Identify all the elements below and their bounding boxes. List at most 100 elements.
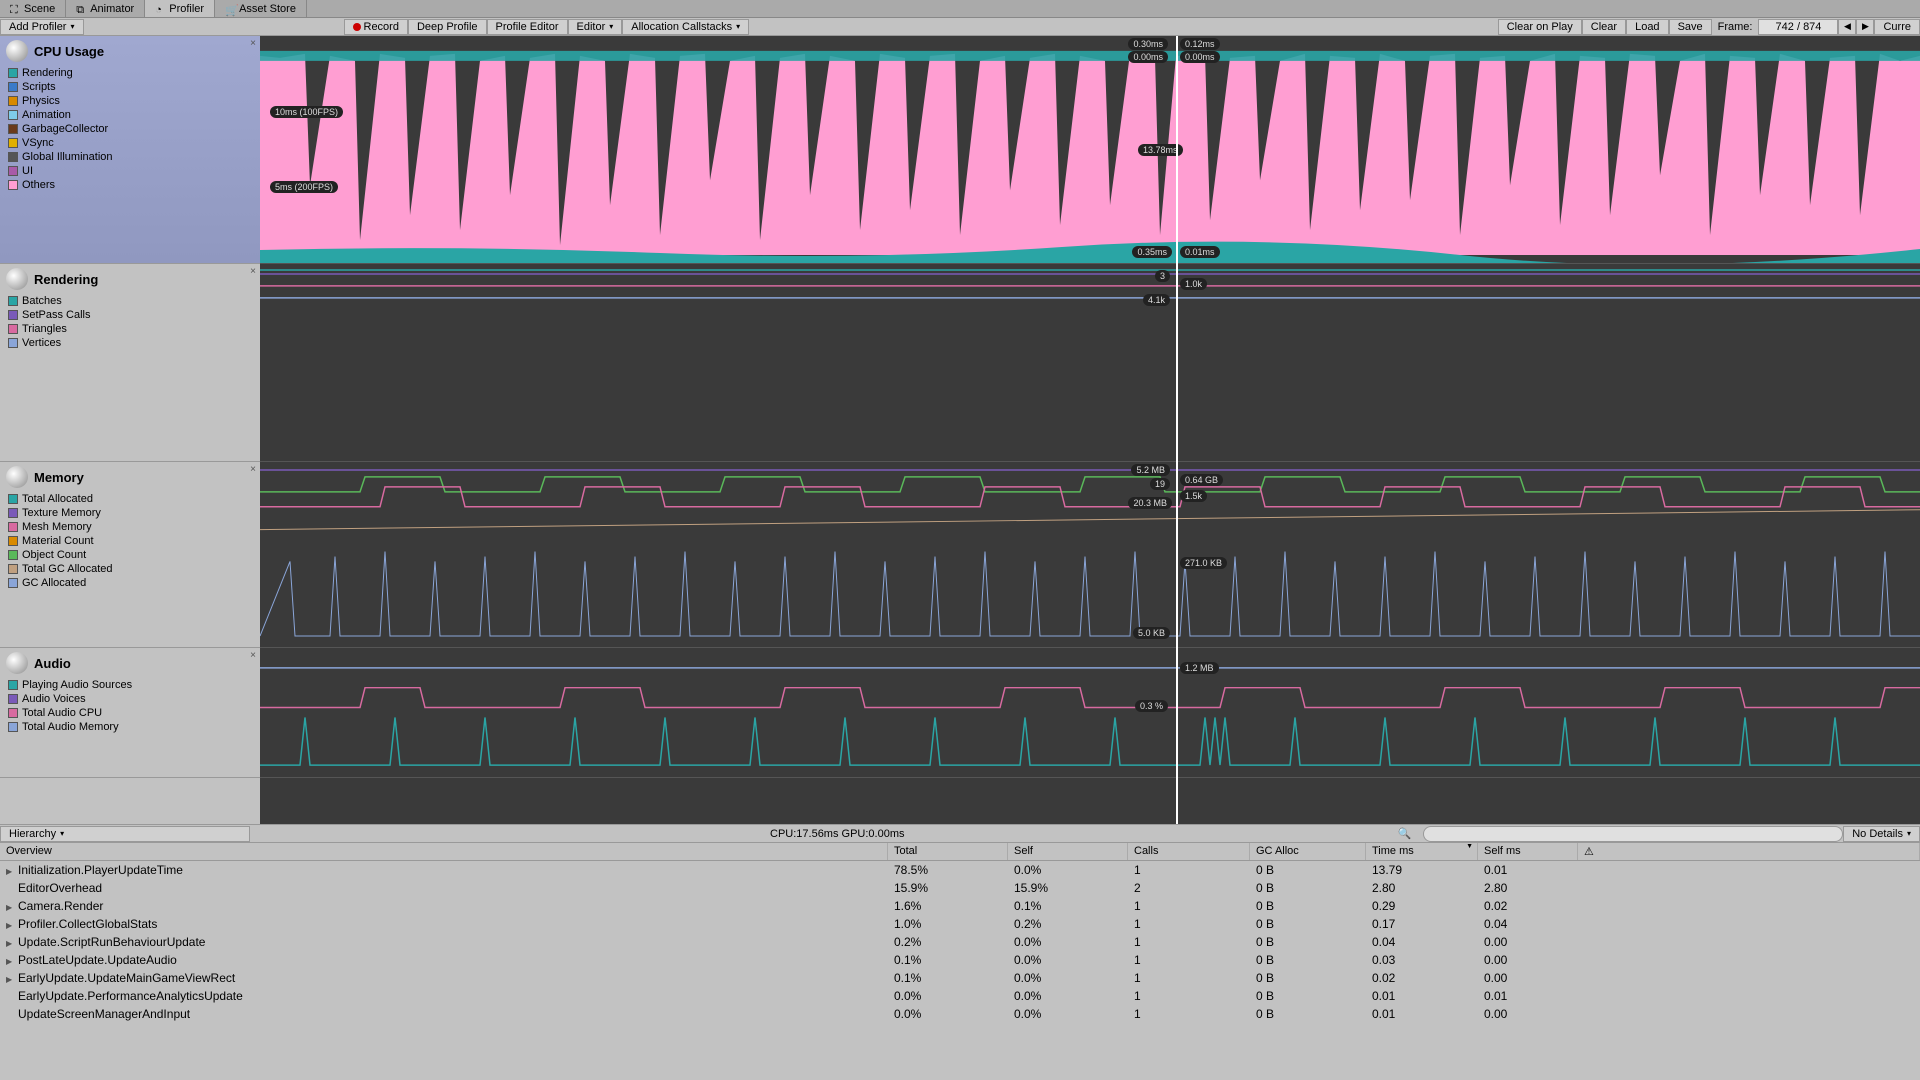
expand-icon[interactable]: ▶ [6, 867, 16, 876]
legend-item[interactable]: Scripts [8, 80, 260, 94]
legend-item[interactable]: Object Count [8, 548, 260, 562]
legend-item[interactable]: Total Audio CPU [8, 706, 260, 720]
col-self[interactable]: Self [1008, 843, 1128, 860]
col-calls[interactable]: Calls [1128, 843, 1250, 860]
legend-item[interactable]: Vertices [8, 336, 260, 350]
record-button[interactable]: Record [344, 19, 408, 35]
legend-item[interactable]: Mesh Memory [8, 520, 260, 534]
tab-asset-store[interactable]: 🛒Asset Store [215, 0, 307, 17]
col-gc[interactable]: GC Alloc [1250, 843, 1366, 860]
legend-item[interactable]: Global Illumination [8, 150, 260, 164]
table-row[interactable]: EditorOverhead15.9%15.9%20 B2.802.80 [0, 879, 1920, 897]
legend-item[interactable]: Animation [8, 108, 260, 122]
legend-swatch [8, 722, 18, 732]
legend-item[interactable]: Physics [8, 94, 260, 108]
close-icon[interactable]: × [250, 464, 256, 475]
save-button[interactable]: Save [1669, 19, 1712, 35]
tab-animator[interactable]: ⧉Animator [66, 0, 145, 17]
legend-label: VSync [22, 137, 54, 149]
legend-item[interactable]: GarbageCollector [8, 122, 260, 136]
chart-rendering[interactable]: 3 1.0k 4.1k [260, 264, 1920, 462]
no-details-dropdown[interactable]: No Details [1843, 826, 1920, 842]
legend-item[interactable]: Playing Audio Sources [8, 678, 260, 692]
legend-label: Total GC Allocated [22, 563, 113, 575]
legend-label: Object Count [22, 549, 86, 561]
chart-cpu[interactable]: 10ms (100FPS) 5ms (200FPS) 0.30ms 0.00ms… [260, 36, 1920, 264]
legend-item[interactable]: Total Audio Memory [8, 720, 260, 734]
legend-item[interactable]: GC Allocated [8, 576, 260, 590]
expand-icon[interactable]: ▶ [6, 975, 16, 984]
legend-item[interactable]: Batches [8, 294, 260, 308]
legend-swatch [8, 82, 18, 92]
legend-item[interactable]: UI [8, 164, 260, 178]
prev-frame-button[interactable]: ◀ [1838, 19, 1856, 35]
profile-editor-button[interactable]: Profile Editor [487, 19, 568, 35]
table-row[interactable]: ▶Camera.Render1.6%0.1%10 B0.290.02 [0, 897, 1920, 915]
legend-item[interactable]: Triangles [8, 322, 260, 336]
table-row[interactable]: ▶EarlyUpdate.UpdateMainGameViewRect0.1%0… [0, 969, 1920, 987]
clear-button[interactable]: Clear [1582, 19, 1626, 35]
legend-label: Mesh Memory [22, 521, 92, 533]
load-button[interactable]: Load [1626, 19, 1668, 35]
expand-icon[interactable]: ▶ [6, 939, 16, 948]
close-icon[interactable]: × [250, 266, 256, 277]
tab-profiler[interactable]: ◔Profiler [145, 0, 215, 17]
module-title: Memory [34, 470, 84, 485]
table-row[interactable]: ▶PostLateUpdate.UpdateAudio0.1%0.0%10 B0… [0, 951, 1920, 969]
module-cpu[interactable]: × CPU Usage RenderingScriptsPhysicsAnima… [0, 36, 260, 264]
allocation-callstacks-dropdown[interactable]: Allocation Callstacks [622, 19, 749, 35]
frame-field[interactable] [1758, 19, 1838, 35]
legend-item[interactable]: Others [8, 178, 260, 192]
current-button[interactable]: Curre [1874, 19, 1920, 35]
legend-swatch [8, 578, 18, 588]
legend-item[interactable]: Rendering [8, 66, 260, 80]
profiler-main: × CPU Usage RenderingScriptsPhysicsAnima… [0, 36, 1920, 824]
legend-item[interactable]: Total GC Allocated [8, 562, 260, 576]
col-total[interactable]: Total [888, 843, 1008, 860]
col-warn[interactable]: ⚠ [1578, 843, 1920, 860]
legend-item[interactable]: Texture Memory [8, 506, 260, 520]
col-overview[interactable]: Overview [0, 843, 888, 860]
table-row[interactable]: ▶Update.ScriptRunBehaviourUpdate0.2%0.0%… [0, 933, 1920, 951]
tab-scene[interactable]: ⛶Scene [0, 0, 66, 17]
legend-swatch [8, 152, 18, 162]
next-frame-button[interactable]: ▶ [1856, 19, 1874, 35]
legend-swatch [8, 296, 18, 306]
legend-label: Material Count [22, 535, 94, 547]
label-10ms: 10ms (100FPS) [270, 106, 343, 118]
close-icon[interactable]: × [250, 38, 256, 49]
search-input[interactable] [1423, 826, 1843, 842]
legend-item[interactable]: Material Count [8, 534, 260, 548]
table-row[interactable]: ▶Initialization.PlayerUpdateTime78.5%0.0… [0, 861, 1920, 879]
frame-label: Frame: [1718, 21, 1753, 33]
legend-item[interactable]: Audio Voices [8, 692, 260, 706]
module-audio[interactable]: × Audio Playing Audio SourcesAudio Voice… [0, 648, 260, 778]
expand-icon[interactable]: ▶ [6, 903, 16, 912]
legend-item[interactable]: VSync [8, 136, 260, 150]
table-row[interactable]: ▶Profiler.CollectGlobalStats1.0%0.2%10 B… [0, 915, 1920, 933]
legend-item[interactable]: Total Allocated [8, 492, 260, 506]
deep-profile-button[interactable]: Deep Profile [408, 19, 487, 35]
expand-icon[interactable]: ▶ [6, 957, 16, 966]
legend-label: Global Illumination [22, 151, 113, 163]
module-rendering[interactable]: × Rendering BatchesSetPass CallsTriangle… [0, 264, 260, 462]
table-row[interactable]: UpdateScreenManagerAndInput0.0%0.0%10 B0… [0, 1005, 1920, 1023]
cpu-icon [6, 40, 28, 62]
col-timems[interactable]: Time ms▼ [1366, 843, 1478, 860]
module-memory[interactable]: × Memory Total AllocatedTexture MemoryMe… [0, 462, 260, 648]
chart-area[interactable]: 10ms (100FPS) 5ms (200FPS) 0.30ms 0.00ms… [260, 36, 1920, 824]
close-icon[interactable]: × [250, 650, 256, 661]
clear-on-play-button[interactable]: Clear on Play [1498, 19, 1582, 35]
label-3: 3 [1155, 270, 1170, 282]
chart-audio[interactable]: 1.2 MB 0.3 % [260, 648, 1920, 778]
editor-dropdown[interactable]: Editor [568, 19, 623, 35]
table-row[interactable]: EarlyUpdate.PerformanceAnalyticsUpdate0.… [0, 987, 1920, 1005]
chart-memory[interactable]: 5.2 MB 19 0.64 GB 20.3 MB 1.5k 271.0 KB … [260, 462, 1920, 648]
col-selfms[interactable]: Self ms [1478, 843, 1578, 860]
legend-item[interactable]: SetPass Calls [8, 308, 260, 322]
legend-swatch [8, 508, 18, 518]
record-icon [353, 23, 361, 31]
expand-icon[interactable]: ▶ [6, 921, 16, 930]
hierarchy-dropdown[interactable]: Hierarchy [0, 826, 250, 842]
add-profiler-dropdown[interactable]: Add Profiler [0, 19, 84, 35]
